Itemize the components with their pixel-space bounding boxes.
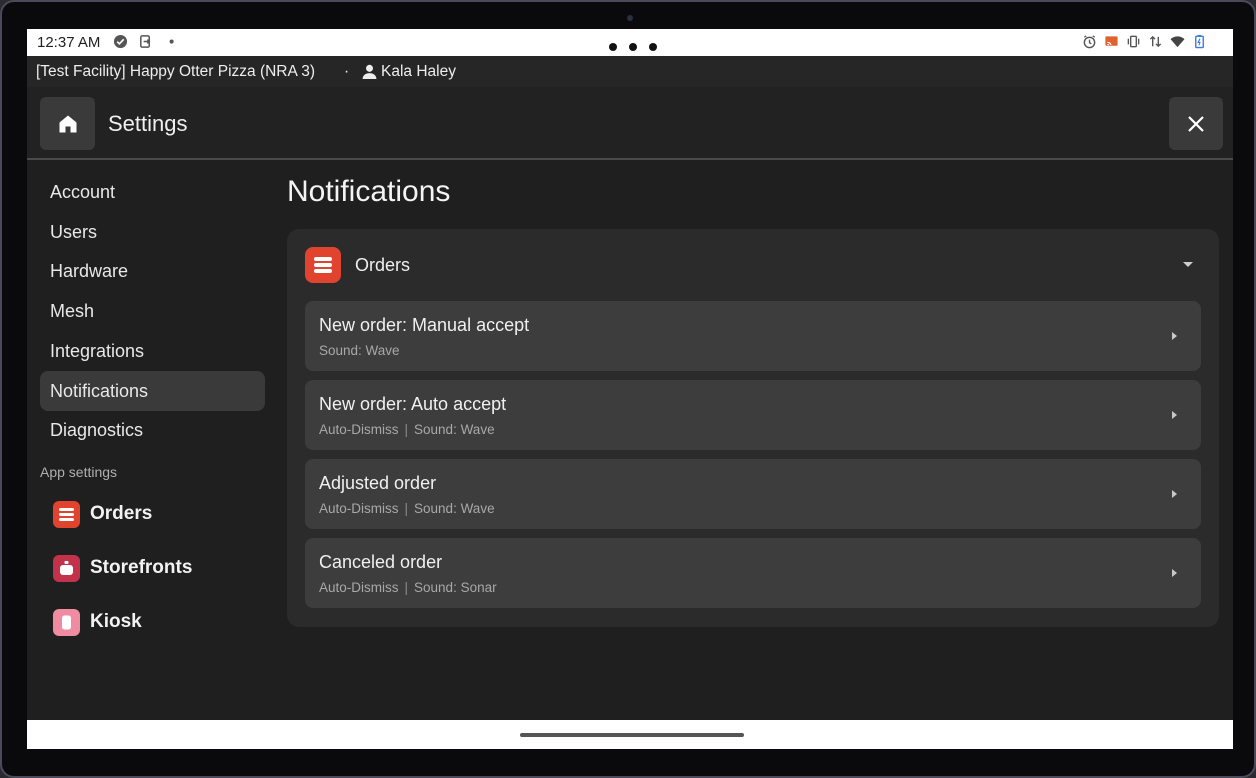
kiosk-icon xyxy=(53,608,80,636)
row-sound: Sound: Wave xyxy=(414,501,495,516)
row-title: New order: Auto accept xyxy=(319,394,507,414)
battery-icon xyxy=(1195,34,1204,49)
chevron-right-icon xyxy=(1172,411,1177,419)
sidebar-item-notifications[interactable]: Notifications xyxy=(40,371,265,411)
home-button[interactable] xyxy=(40,97,95,150)
app-label: Orders xyxy=(90,503,153,524)
sidebar-app-kiosk[interactable]: Kiosk xyxy=(53,607,142,637)
sidebar-item-label: Diagnostics xyxy=(50,420,144,440)
row-subtitle: Sound: Wave xyxy=(319,343,400,358)
status-bar: 12:37 AM xyxy=(27,29,1233,56)
page-title: Settings xyxy=(108,111,188,136)
wifi-icon xyxy=(1170,36,1185,48)
row-title: Canceled order xyxy=(319,552,443,572)
row-dismiss: Auto-Dismiss xyxy=(319,501,399,516)
sidebar-app-storefronts[interactable]: Storefronts xyxy=(53,553,192,583)
more-dots-icon[interactable] xyxy=(609,38,669,56)
row-sound: Sound: Wave xyxy=(319,343,400,358)
sidebar-item-label: Hardware xyxy=(50,261,129,281)
app-label: Kiosk xyxy=(90,611,142,632)
facility-bar: [Test Facility] Happy Otter Pizza (NRA 3… xyxy=(27,56,1233,87)
sidebar-item-account[interactable]: Account xyxy=(40,172,265,212)
facility-name: [Test Facility] Happy Otter Pizza (NRA 3… xyxy=(36,63,316,80)
orders-icon xyxy=(53,500,80,528)
status-icons xyxy=(1082,34,1207,49)
gesture-handle[interactable] xyxy=(520,733,744,737)
notification-row-manual-accept[interactable]: New order: Manual accept Sound: Wave xyxy=(305,301,1201,371)
sidebar-app-orders[interactable]: Orders xyxy=(53,499,152,529)
sidebar-item-integrations[interactable]: Integrations xyxy=(40,331,265,371)
user-icon xyxy=(362,64,377,79)
vibrate-icon xyxy=(1127,35,1140,48)
facility-separator: · xyxy=(344,63,350,80)
storefront-icon xyxy=(53,554,80,582)
sidebar-item-label: Account xyxy=(50,182,116,202)
sidebar-item-label: Users xyxy=(50,222,98,242)
section-label: Orders xyxy=(355,255,411,275)
row-dismiss: Auto-Dismiss xyxy=(319,580,399,595)
user-name: Kala Haley xyxy=(381,63,456,80)
settings-header: Settings xyxy=(27,87,1233,160)
row-sound: Sound: Sonar xyxy=(414,580,497,595)
sidebar-item-label: Notifications xyxy=(50,381,149,401)
app-settings-label: App settings xyxy=(40,464,118,480)
notification-row-auto-accept[interactable]: New order: Auto accept Auto-Dismiss | Soun… xyxy=(305,380,1201,450)
dot-indicator-icon xyxy=(169,39,174,44)
check-circle-icon xyxy=(113,34,128,49)
home-icon xyxy=(59,115,76,132)
close-icon xyxy=(1188,115,1204,132)
notification-row-adjusted-order[interactable]: Adjusted order Auto-Dismiss | Sound: Wave xyxy=(305,459,1201,529)
row-subtitle: Auto-Dismiss | Sound: Wave xyxy=(319,501,495,516)
row-sound: Sound: Wave xyxy=(414,422,495,437)
row-dismiss: Auto-Dismiss xyxy=(319,422,399,437)
collapse-caret-icon[interactable] xyxy=(1183,262,1193,267)
sidebar-item-diagnostics[interactable]: Diagnostics xyxy=(40,410,265,450)
chevron-right-icon xyxy=(1172,332,1177,340)
sidebar-item-label: Mesh xyxy=(50,301,95,321)
sidebar-item-label: Integrations xyxy=(50,341,145,361)
chevron-right-icon xyxy=(1172,569,1177,577)
row-subtitle: Auto-Dismiss | Sound: Wave xyxy=(319,422,495,437)
row-title: New order: Manual accept xyxy=(319,315,530,335)
orders-icon xyxy=(305,247,341,283)
row-subtitle: Auto-Dismiss | Sound: Sonar xyxy=(319,580,497,595)
settings-sidebar: Account Users Hardware Mesh Integrations… xyxy=(27,160,272,720)
sidebar-item-users[interactable]: Users xyxy=(40,212,265,252)
orders-notification-panel: Orders New order: Manual accept Sound: W… xyxy=(287,229,1219,627)
camera-dot xyxy=(627,15,633,21)
notification-row-canceled-order[interactable]: Canceled order Auto-Dismiss | Sound: Sonar xyxy=(305,538,1201,608)
sidebar-item-hardware[interactable]: Hardware xyxy=(40,251,265,291)
data-arrows-icon xyxy=(1149,35,1162,48)
notifications-title: Notifications xyxy=(287,175,451,208)
navigation-bar xyxy=(27,720,1233,749)
app-notification-icon xyxy=(140,35,151,48)
chevron-right-icon xyxy=(1172,490,1177,498)
app-label: Storefronts xyxy=(90,557,193,578)
close-button[interactable] xyxy=(1169,97,1223,150)
alarm-icon xyxy=(1083,35,1096,49)
status-time: 12:37 AM xyxy=(37,34,101,51)
cast-icon xyxy=(1105,36,1118,46)
screen: 12:37 AM [Test Facility] Happy Otter Piz… xyxy=(27,29,1233,749)
device-bezel: 12:37 AM [Test Facility] Happy Otter Piz… xyxy=(0,0,1256,778)
sidebar-item-mesh[interactable]: Mesh xyxy=(40,291,265,331)
row-title: Adjusted order xyxy=(319,473,437,493)
